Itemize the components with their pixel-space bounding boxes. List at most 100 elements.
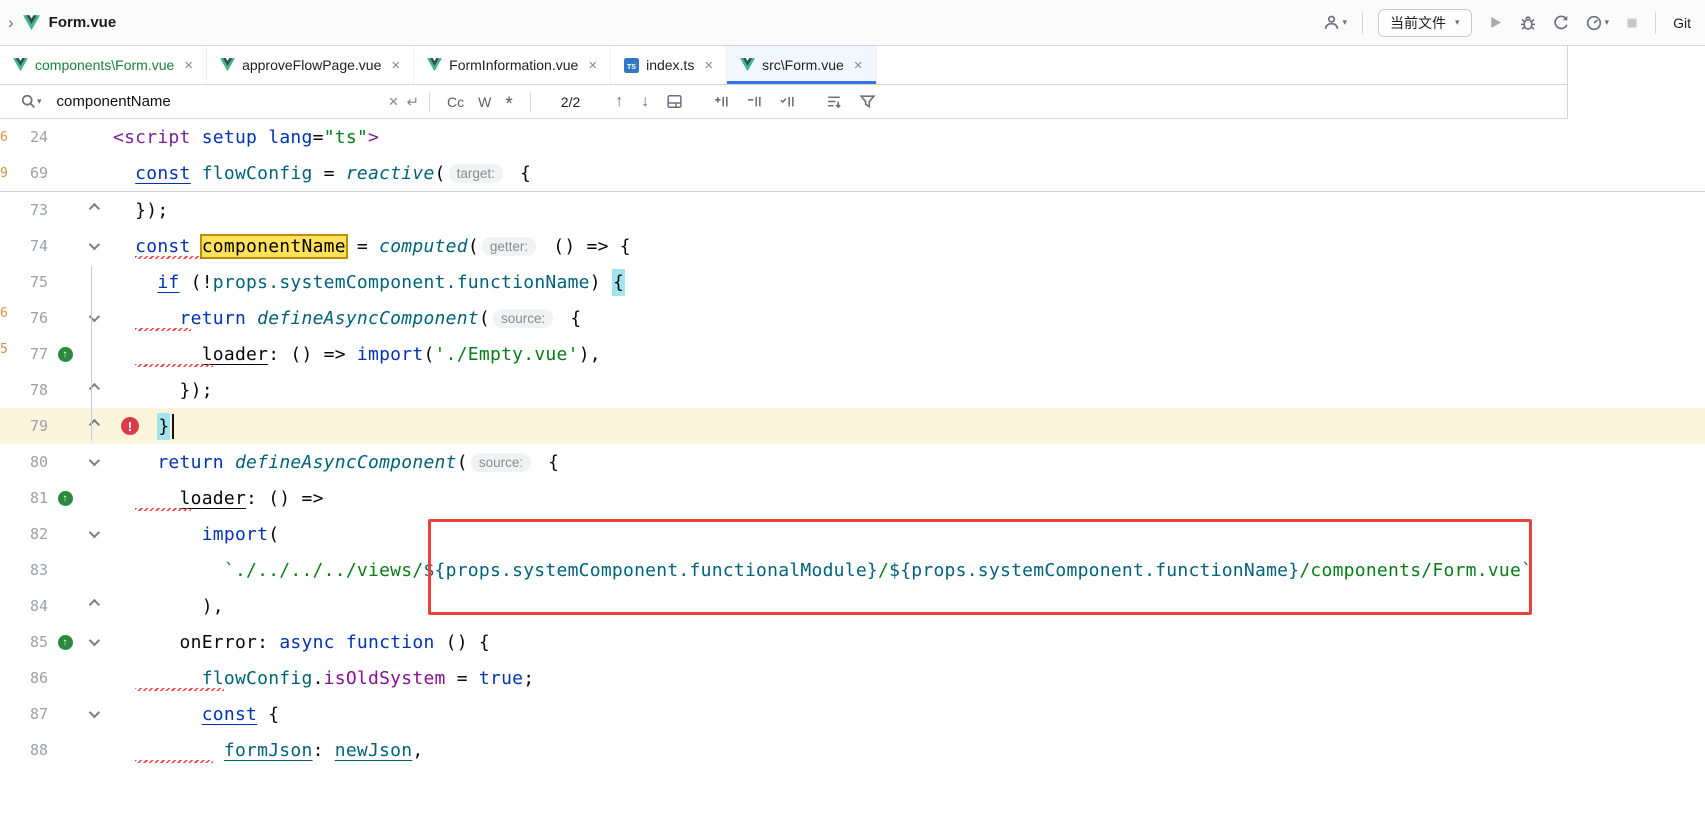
fold-up-icon[interactable] bbox=[88, 599, 99, 610]
line-number[interactable]: 85 bbox=[0, 633, 48, 651]
code-text[interactable]: return defineAsyncComponent(source: { bbox=[103, 300, 1705, 336]
line-number[interactable]: 87 bbox=[0, 705, 48, 723]
implementing-member-icon[interactable]: ↑ bbox=[58, 491, 73, 506]
tab-components-Form.vue[interactable]: components\Form.vue× bbox=[0, 46, 207, 84]
remove-occurrence-icon[interactable] bbox=[746, 93, 763, 110]
line-number[interactable]: 82 bbox=[0, 525, 48, 543]
code-text[interactable]: onError: async function () { bbox=[103, 624, 1705, 660]
fold-down-icon[interactable] bbox=[88, 239, 99, 250]
line-number[interactable]: 81 bbox=[0, 489, 48, 507]
line-number[interactable]: 80 bbox=[0, 453, 48, 471]
code-token: `./../../../views/ bbox=[224, 560, 424, 581]
fold-up-icon[interactable] bbox=[88, 203, 99, 214]
code-token: }); bbox=[180, 380, 213, 401]
tab-src-Form.vue[interactable]: src\Form.vue× bbox=[727, 46, 876, 84]
code-text[interactable]: const componentName = computed(getter: (… bbox=[103, 228, 1705, 264]
fold-down-icon[interactable] bbox=[88, 527, 99, 538]
code-text[interactable]: }); bbox=[103, 192, 1705, 228]
code-with-me-icon[interactable]: ▾ bbox=[1322, 14, 1348, 32]
tab-FormInformation.vue[interactable]: FormInformation.vue× bbox=[414, 46, 611, 84]
line-number[interactable]: 73 bbox=[0, 201, 48, 219]
filter-icon[interactable] bbox=[859, 93, 876, 110]
error-squiggle bbox=[135, 688, 224, 691]
code-text[interactable]: const flowConfig = reactive(target: { bbox=[103, 155, 1705, 191]
code-text[interactable]: !} bbox=[103, 408, 1705, 444]
close-tab-icon[interactable]: × bbox=[854, 57, 863, 74]
editor[interactable]: 24 <script setup lang="ts"> 69 const flowCo… bbox=[0, 119, 1705, 768]
code-token bbox=[191, 163, 202, 184]
line-number[interactable]: 83 bbox=[0, 561, 48, 579]
implementing-member-icon[interactable]: ↑ bbox=[58, 635, 73, 650]
profiler-button[interactable]: ▾ bbox=[1585, 14, 1610, 32]
view-options-icon[interactable] bbox=[826, 93, 843, 110]
match-case-toggle[interactable]: Cc bbox=[447, 94, 464, 110]
fold-down-icon[interactable] bbox=[88, 635, 99, 646]
line-number[interactable]: 75 bbox=[0, 273, 48, 291]
code-token: ${props.systemComponent.functionalModule… bbox=[423, 560, 878, 581]
fold-up-icon[interactable] bbox=[88, 383, 99, 394]
open-in-find-window-icon[interactable] bbox=[666, 93, 683, 110]
code-text[interactable]: return defineAsyncComponent(source: { bbox=[103, 444, 1705, 480]
git-menu[interactable]: Git bbox=[1673, 15, 1691, 31]
debug-button[interactable] bbox=[1519, 14, 1537, 32]
search-input[interactable] bbox=[57, 93, 387, 110]
whole-words-toggle[interactable]: W bbox=[478, 94, 491, 110]
code-text[interactable]: ), bbox=[103, 588, 1705, 624]
code-text[interactable]: loader: () => bbox=[103, 480, 1705, 516]
line-number[interactable]: 24 bbox=[0, 128, 48, 146]
error-icon[interactable]: ! bbox=[121, 417, 139, 435]
fold-up-icon[interactable] bbox=[88, 419, 99, 430]
code-text[interactable]: `./../../../views/${props.systemComponen… bbox=[103, 552, 1705, 588]
regex-toggle[interactable]: * bbox=[505, 100, 512, 110]
code-text[interactable]: formJson: newJson, bbox=[103, 732, 1705, 768]
fold-column bbox=[82, 206, 103, 214]
line-number[interactable]: 78 bbox=[0, 381, 48, 399]
previous-match-icon[interactable]: ↑ bbox=[615, 93, 623, 111]
line-number[interactable]: 88 bbox=[0, 741, 48, 759]
code-text[interactable]: flowConfig.isOldSystem = true; bbox=[103, 660, 1705, 696]
line-number[interactable]: 69 bbox=[0, 164, 48, 182]
line-number[interactable]: 79 bbox=[0, 417, 48, 435]
fold-down-icon[interactable] bbox=[88, 707, 99, 718]
tab-approveFlowPage.vue[interactable]: approveFlowPage.vue× bbox=[207, 46, 414, 84]
sticky-lines: 24 <script setup lang="ts"> 69 const flowCo… bbox=[0, 119, 1705, 192]
run-button[interactable] bbox=[1487, 14, 1504, 31]
close-tab-icon[interactable]: × bbox=[588, 57, 597, 74]
code-text[interactable]: <script setup lang="ts"> bbox=[103, 119, 1705, 155]
close-tab-icon[interactable]: × bbox=[184, 57, 193, 74]
line-number[interactable]: 76 bbox=[0, 309, 48, 327]
line-number[interactable]: 84 bbox=[0, 597, 48, 615]
stop-button[interactable] bbox=[1624, 15, 1640, 31]
line-number[interactable]: 77 bbox=[0, 345, 48, 363]
fold-down-icon[interactable] bbox=[88, 455, 99, 466]
code-text[interactable]: import( bbox=[103, 516, 1705, 552]
code-text[interactable]: if (!props.systemComponent.functionName)… bbox=[103, 264, 1705, 300]
line-number[interactable]: 74 bbox=[0, 237, 48, 255]
divider bbox=[1655, 12, 1656, 34]
implementing-member-icon[interactable]: ↑ bbox=[58, 347, 73, 362]
code-text[interactable]: }); bbox=[103, 372, 1705, 408]
fold-down-icon[interactable] bbox=[88, 311, 99, 322]
code-token: import bbox=[202, 524, 269, 545]
inlay-hint: getter: bbox=[482, 237, 536, 256]
multiline-toggle-icon[interactable]: ↵ bbox=[406, 93, 419, 111]
code-line-86: 86 flowConfig.isOldSystem = true; bbox=[0, 660, 1705, 696]
clear-search-icon[interactable]: × bbox=[389, 92, 399, 112]
close-tab-icon[interactable]: × bbox=[391, 57, 400, 74]
run-configuration-selector[interactable]: 当前文件 ▾ bbox=[1378, 9, 1472, 37]
code-token: { bbox=[257, 704, 279, 725]
line-number[interactable]: 86 bbox=[0, 669, 48, 687]
code-token: { bbox=[537, 452, 559, 473]
next-match-icon[interactable]: ↓ bbox=[641, 93, 649, 111]
code-token: { bbox=[612, 269, 625, 296]
coverage-button[interactable] bbox=[1552, 14, 1570, 32]
code-text[interactable]: loader: () => import('./Empty.vue'), bbox=[103, 336, 1705, 372]
search-icon[interactable]: ▾ bbox=[20, 93, 42, 110]
code-line-76: 76 return defineAsyncComponent(source: { bbox=[0, 300, 1705, 336]
title-bar: › Form.vue ▾ 当前文件 ▾ ▾ G bbox=[0, 0, 1705, 46]
select-all-occurrences-icon[interactable] bbox=[779, 93, 796, 110]
tab-index.ts[interactable]: TSindex.ts× bbox=[611, 46, 727, 84]
code-text[interactable]: const { bbox=[103, 696, 1705, 732]
close-tab-icon[interactable]: × bbox=[704, 57, 713, 74]
add-occurrence-icon[interactable] bbox=[713, 93, 730, 110]
